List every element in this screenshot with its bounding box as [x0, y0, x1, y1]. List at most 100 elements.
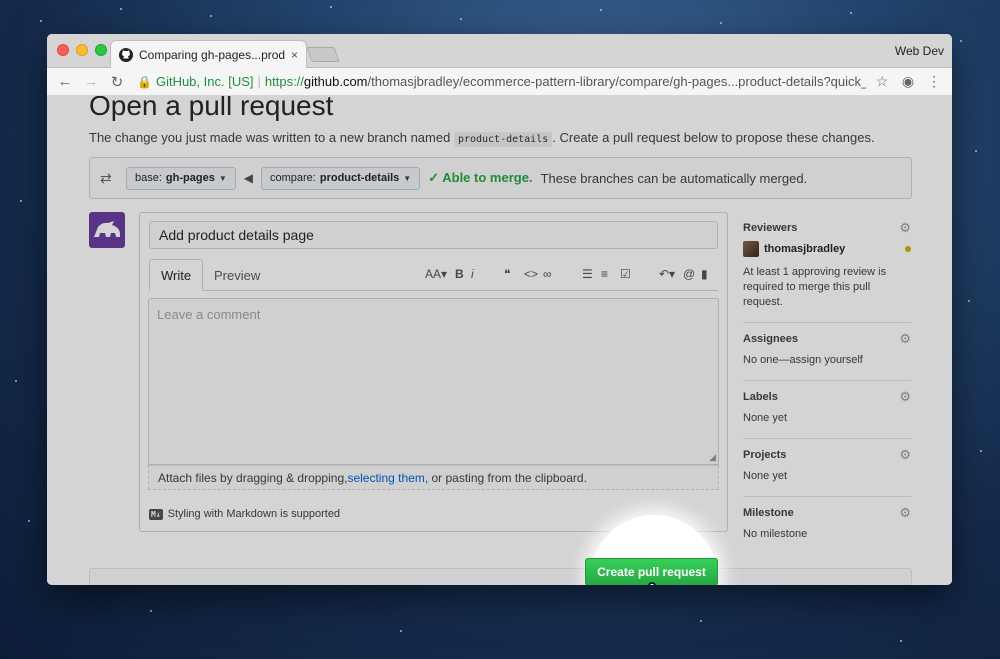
star-icon[interactable]: ☆: [872, 73, 892, 90]
tab-close-icon[interactable]: ×: [291, 48, 298, 62]
pull-request-form: Add product details page Write Preview A…: [139, 212, 728, 532]
labels-heading[interactable]: Labels: [743, 391, 911, 403]
reviewer-item[interactable]: thomasjbradley: [743, 241, 911, 257]
markdown-icon: M↓: [149, 508, 163, 520]
close-window-button[interactable]: [57, 44, 69, 56]
reply-icon[interactable]: ↶▾: [659, 267, 675, 281]
editor-tabs: Write Preview AA▾ B i ❝ <> ∞ ☰ ≡ ☑ ↶▾ @ …: [149, 259, 718, 291]
bulleted-list-icon[interactable]: ☰: [582, 267, 593, 281]
pr-sidebar: Reviewers ⚙ thomasjbradley At least 1 ap…: [743, 212, 911, 554]
quote-icon[interactable]: ❝: [504, 267, 510, 281]
markdown-note-text: Styling with Markdown is supported: [167, 508, 341, 520]
address-bar[interactable]: 🔒 GitHub, Inc. [US] | https://github.com…: [133, 71, 866, 93]
code-icon[interactable]: <>: [524, 267, 538, 281]
pr-title-input[interactable]: Add product details page: [149, 221, 718, 249]
link-icon[interactable]: ∞: [543, 267, 552, 281]
lock-icon: 🔒: [137, 74, 152, 89]
bookmark-icon[interactable]: ▮: [701, 267, 708, 281]
projects-heading[interactable]: Projects: [743, 449, 911, 461]
triceratops-logo-icon: [94, 221, 120, 237]
gear-icon[interactable]: ⚙: [899, 389, 911, 405]
subtitle-text-start: The change you just made was written to …: [89, 130, 454, 145]
hand-cursor-icon: [648, 582, 656, 585]
compare-branch-select[interactable]: compare: product-details ▼: [260, 166, 421, 190]
reviewers-section: Reviewers ⚙ thomasjbradley At least 1 ap…: [743, 212, 911, 323]
milestone-section: Milestone ⚙ No milestone: [743, 497, 911, 554]
bold-icon[interactable]: B: [455, 267, 464, 281]
assignees-heading[interactable]: Assignees: [743, 333, 911, 345]
compare-branch-value: product-details: [319, 172, 400, 184]
tab-title: Comparing gh-pages...product-details: [139, 47, 285, 62]
window-controls: [57, 44, 107, 56]
extension-icon[interactable]: ◉: [898, 73, 918, 90]
select-files-link[interactable]: selecting them: [347, 471, 424, 485]
merge-status: ✓ Able to merge.: [428, 170, 533, 185]
menu-icon[interactable]: ⋮: [924, 73, 944, 90]
milestone-heading[interactable]: Milestone: [743, 507, 911, 519]
reviewers-heading[interactable]: Reviewers: [743, 222, 911, 234]
browser-toolbar: ← → ↻ 🔒 GitHub, Inc. [US] | https://gith…: [47, 68, 952, 96]
markdown-note[interactable]: M↓ Styling with Markdown is supported: [149, 508, 340, 520]
address-separator: |: [257, 74, 261, 89]
compare-icon[interactable]: ⇄: [100, 170, 118, 187]
github-icon: [119, 47, 133, 62]
avatar: [743, 241, 759, 257]
tab-write[interactable]: Write: [149, 259, 204, 291]
comment-textarea[interactable]: Leave a comment ◢: [148, 298, 719, 465]
minimize-window-button[interactable]: [76, 44, 88, 56]
attach-text-start: Attach files by dragging & dropping,: [158, 470, 348, 485]
new-tab-button[interactable]: [306, 47, 340, 62]
text-size-icon[interactable]: AA▾: [425, 267, 447, 281]
page-title: Open a pull request: [89, 96, 334, 121]
milestone-value: No milestone: [743, 528, 808, 540]
numbered-list-icon[interactable]: ≡: [601, 267, 608, 281]
base-branch-value: gh-pages: [165, 172, 215, 184]
avatar[interactable]: [89, 212, 125, 248]
browser-tab-active[interactable]: Comparing gh-pages...product-details ×: [110, 40, 307, 68]
site-identity[interactable]: GitHub, Inc. [US]: [156, 74, 254, 89]
merge-status-text: These branches can be automatically merg…: [540, 170, 808, 186]
assignees-value[interactable]: No one—assign yourself: [743, 353, 911, 368]
browser-window: Comparing gh-pages...product-details × W…: [47, 34, 952, 585]
create-pull-request-button[interactable]: Create pull request: [585, 558, 718, 585]
commit-summary-bar: [89, 568, 912, 585]
forward-icon[interactable]: →: [81, 73, 101, 90]
attach-text-end: , or pasting from the clipboard.: [424, 470, 587, 485]
base-branch-select[interactable]: base: gh-pages ▼: [126, 166, 236, 190]
assignees-section: Assignees ⚙ No one—assign yourself: [743, 323, 911, 381]
reviewers-note: At least 1 approving review is required …: [743, 266, 887, 308]
gear-icon[interactable]: ⚙: [899, 505, 911, 521]
reload-icon[interactable]: ↻: [107, 73, 127, 91]
arrow-left-icon: ◀: [243, 171, 253, 185]
chevron-down-icon: ▼: [218, 173, 227, 183]
labels-section: Labels ⚙ None yet: [743, 381, 911, 439]
page-subtitle: The change you just made was written to …: [89, 130, 875, 147]
attach-files-bar[interactable]: Attach files by dragging & dropping, sel…: [148, 465, 719, 490]
resize-grip-icon[interactable]: ◢: [709, 452, 716, 463]
chevron-down-icon: ▼: [403, 173, 412, 183]
gear-icon[interactable]: ⚙: [899, 447, 911, 463]
back-icon[interactable]: ←: [55, 73, 75, 90]
base-branch-prefix: base:: [135, 172, 162, 184]
tab-bar: Comparing gh-pages...product-details × W…: [47, 34, 952, 68]
maximize-window-button[interactable]: [95, 44, 107, 56]
projects-section: Projects ⚙ None yet: [743, 439, 911, 497]
task-list-icon[interactable]: ☑: [620, 267, 631, 281]
branch-name-code: product-details: [453, 132, 553, 147]
profile-name[interactable]: Web Dev: [895, 44, 944, 58]
pending-status-icon: [905, 246, 911, 252]
url-text: https://github.com/thomasjbradley/ecomme…: [265, 74, 866, 89]
gear-icon[interactable]: ⚙: [899, 220, 911, 236]
url-path: /thomasjbradley/ecommerce-pattern-librar…: [367, 74, 866, 89]
gear-icon[interactable]: ⚙: [899, 331, 911, 347]
url-host: github.com: [303, 74, 368, 89]
labels-value: None yet: [743, 412, 788, 424]
comment-placeholder: Leave a comment: [157, 307, 261, 322]
url-scheme: https://: [264, 74, 304, 89]
reviewer-username: thomasjbradley: [764, 243, 846, 255]
compare-branch-prefix: compare:: [269, 172, 316, 184]
tab-preview[interactable]: Preview: [203, 259, 271, 291]
mention-icon[interactable]: @: [683, 267, 695, 281]
italic-icon[interactable]: i: [471, 267, 474, 281]
page-content: Open a pull request The change you just …: [47, 96, 952, 585]
